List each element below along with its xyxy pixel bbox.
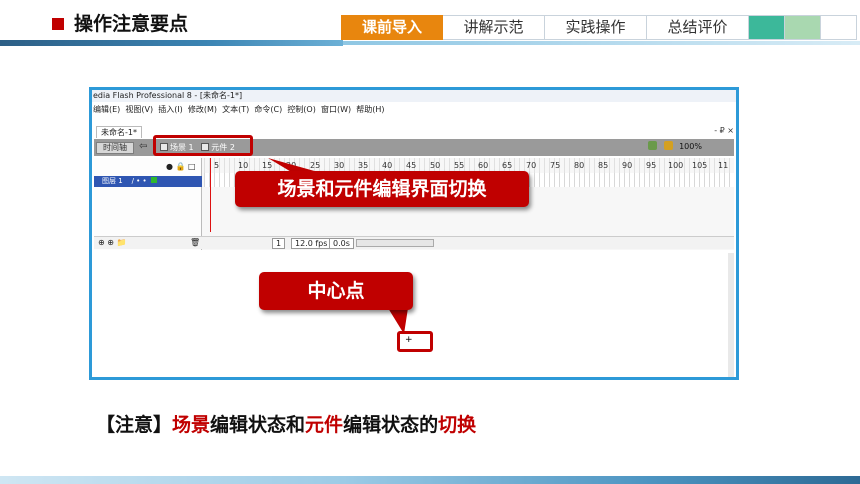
edit-switch-callout: 场景和元件编辑界面切换	[235, 171, 529, 207]
document-tab[interactable]: 未命名-1*	[96, 126, 142, 138]
back-arrow-icon[interactable]: ⇦	[139, 141, 147, 152]
zoom-value[interactable]: 100%	[679, 142, 702, 151]
note-text: 【注意】场景编辑状态和元件编辑状态的切换	[96, 410, 476, 437]
ruler-label: 15	[262, 161, 273, 170]
playhead[interactable]	[210, 158, 211, 232]
menu-text[interactable]: 文本(T)	[222, 105, 249, 114]
ruler-label: 85	[598, 161, 609, 170]
menu-bar: 编辑(E) 视图(V) 插入(I) 修改(M) 文本(T) 命令(C) 控制(O…	[92, 104, 384, 116]
note-symbol: 元件	[305, 414, 344, 436]
section-tabs: 课前导入 讲解示范 实践操作 总结评价	[341, 15, 857, 40]
ruler-label: 90	[622, 161, 633, 170]
layer-flags: / • •	[131, 177, 147, 185]
window-title: edia Flash Professional 8 - [未命名-1*]	[92, 90, 736, 102]
note-switch: 切换	[438, 414, 477, 436]
header-rule-right	[343, 41, 860, 45]
ruler-label: 35	[358, 161, 369, 170]
ruler-label: 95	[646, 161, 657, 170]
note-scene: 场景	[172, 414, 211, 436]
footer-bar	[0, 476, 860, 484]
tab-intro[interactable]: 课前导入	[341, 15, 443, 40]
menu-view[interactable]: 视图(V)	[125, 105, 153, 114]
menu-window[interactable]: 窗口(W)	[321, 105, 351, 114]
ruler-label: 45	[406, 161, 417, 170]
tab-swatch-3	[821, 15, 857, 40]
window-controls[interactable]: - ₽ ×	[714, 126, 734, 135]
layer-color-icon	[150, 177, 157, 183]
stage-scrollbar[interactable]	[728, 253, 734, 377]
menu-edit[interactable]: 编辑(E)	[93, 105, 120, 114]
menu-help[interactable]: 帮助(H)	[356, 105, 384, 114]
ruler-label: 60	[478, 161, 489, 170]
page-title: 操作注意要点	[74, 13, 189, 35]
menu-control[interactable]: 控制(O)	[287, 105, 316, 114]
ruler-label: 105	[692, 161, 708, 170]
ruler-label: 40	[382, 161, 393, 170]
ruler-label: 50	[430, 161, 441, 170]
center-point-highlight	[397, 331, 433, 352]
frame-rate: 12.0 fps	[291, 238, 332, 249]
note-mid2: 编辑状态的	[343, 414, 439, 436]
timeline-button[interactable]: 时间轴	[96, 142, 134, 154]
ruler-label: 70	[526, 161, 537, 170]
ruler-label: 20	[286, 161, 297, 170]
ruler-label: 25	[310, 161, 321, 170]
menu-insert[interactable]: 插入(I)	[158, 105, 183, 114]
timeline-footer: ⊕ ⊕ 📁 🗑 1 12.0 fps 0.0s	[94, 236, 734, 249]
header-rule-left	[0, 40, 343, 46]
edit-scene-icon[interactable]	[648, 141, 657, 150]
note-mid1: 编辑状态和	[210, 414, 306, 436]
ruler-label: 55	[454, 161, 465, 170]
ruler-label: 75	[550, 161, 561, 170]
zoom-control: 100%	[648, 141, 702, 151]
tab-practice[interactable]: 实践操作	[545, 15, 647, 40]
tab-swatch-2	[785, 15, 821, 40]
ruler-label: 100	[668, 161, 684, 170]
ruler-label: 30	[334, 161, 345, 170]
timeline-scrollbar[interactable]	[356, 239, 434, 247]
ruler-label: 65	[502, 161, 513, 170]
ruler-label: 80	[574, 161, 585, 170]
layer-row[interactable]: 图层 1 / • •	[94, 176, 202, 187]
menu-commands[interactable]: 命令(C)	[254, 105, 282, 114]
ruler-label: 11	[718, 161, 729, 170]
layer-name: 图层 1	[102, 177, 123, 185]
tab-demo[interactable]: 讲解示范	[443, 15, 545, 40]
title-bullet	[52, 18, 64, 30]
note-prefix: 【注意】	[96, 414, 173, 436]
current-frame: 1	[272, 238, 286, 249]
layer-header-icons[interactable]: ● 🔒 □	[166, 162, 196, 171]
layer-tools-icons[interactable]: ⊕ ⊕ 📁	[98, 238, 126, 247]
ruler-label: 5	[214, 161, 220, 170]
center-point-callout: 中心点	[259, 272, 413, 310]
menu-modify[interactable]: 修改(M)	[188, 105, 217, 114]
ruler-label: 10	[238, 161, 249, 170]
tab-review[interactable]: 总结评价	[647, 15, 749, 40]
stage[interactable]: +	[94, 253, 734, 377]
tab-swatch-1	[749, 15, 785, 40]
edit-symbol-icon[interactable]	[663, 141, 673, 150]
breadcrumb-highlight	[153, 135, 253, 156]
trash-icon[interactable]: 🗑	[190, 238, 200, 247]
elapsed-time: 0.0s	[329, 238, 354, 249]
